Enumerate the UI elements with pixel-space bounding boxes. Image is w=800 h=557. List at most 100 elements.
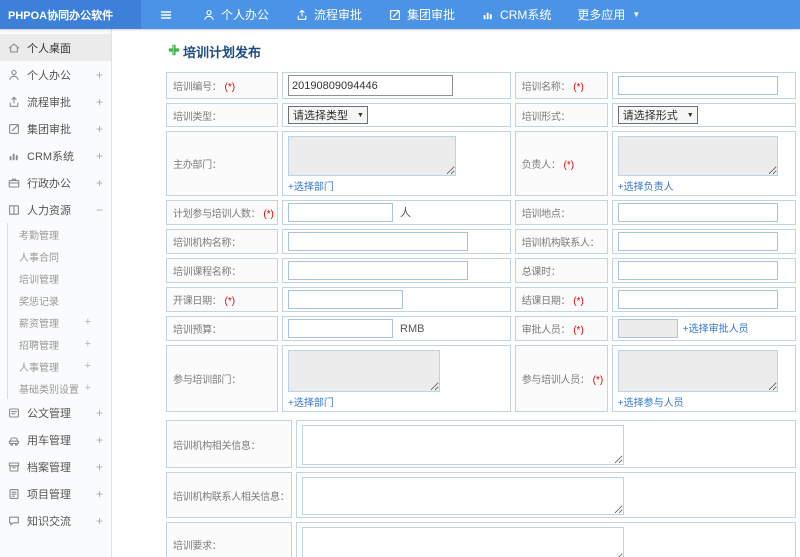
nav-item-group-approval[interactable]: 集团审批 bbox=[388, 6, 455, 23]
sidebar-submenu: 考勤管理 人事合同培训管理奖惩记录 薪资管理 + 招聘管理 + 人事管理 + 基础类别设置 + bbox=[7, 223, 111, 399]
sidebar-subitem-label: 人事管理 bbox=[19, 362, 59, 374]
sidebar-item-vehicle-mgmt[interactable]: 用车管理 + bbox=[0, 426, 111, 453]
sidebar-item-knowledge[interactable]: 知识交流 + bbox=[0, 507, 111, 534]
person-in-charge-textarea[interactable] bbox=[617, 136, 778, 176]
chat-icon bbox=[7, 514, 21, 528]
form-label-cell: 培训课程名称： bbox=[166, 258, 279, 283]
sidebar-item-crm-system[interactable]: CRM系统 + bbox=[0, 142, 111, 169]
expand-plus-icon: + bbox=[95, 121, 103, 136]
planned-participants-input[interactable] bbox=[288, 203, 394, 222]
nav-item-more-apps[interactable]: 更多应用 ▼ bbox=[577, 6, 640, 23]
select-approver-link[interactable]: +选择审批人员 bbox=[683, 324, 749, 335]
required-mark: (*) bbox=[573, 82, 584, 93]
person-in-charge-link-row: +选择负责人 bbox=[618, 178, 792, 193]
total-class-hours-input[interactable] bbox=[617, 261, 778, 280]
field-label: 结课日期： bbox=[521, 296, 571, 307]
sidebar-item-personal-desktop[interactable]: 个人桌面 bbox=[0, 34, 111, 61]
sidebar-subitem-label: 基础类别设置 bbox=[19, 384, 79, 396]
training-form-select-value: 请选择形式 bbox=[622, 110, 678, 122]
chart-icon bbox=[481, 8, 495, 22]
sidebar-item-archive-mgmt[interactable]: 档案管理 + bbox=[0, 453, 111, 480]
sidebar-subitem-salary-mgmt[interactable]: 薪资管理 + bbox=[8, 311, 111, 333]
participating-departments-textarea[interactable] bbox=[288, 350, 441, 392]
field-label: 主办部门： bbox=[173, 160, 222, 171]
field-label: 负责人： bbox=[521, 160, 561, 171]
sidebar-item-personal-office[interactable]: 个人办公 + bbox=[0, 61, 111, 88]
form-label-cell: 培训地点： bbox=[514, 200, 608, 225]
select-participants-link[interactable]: +选择参与人员 bbox=[618, 398, 684, 409]
menu-icon[interactable] bbox=[159, 8, 173, 22]
sidebar-subitem-reward-punish[interactable]: 奖惩记录 bbox=[8, 289, 111, 311]
training-org-info-textarea[interactable] bbox=[302, 425, 625, 465]
top-nav: 个人办公 流程审批 集团审批 CRM系统 更多应用 ▼ bbox=[141, 0, 653, 29]
training-requirements-textarea[interactable] bbox=[302, 527, 625, 557]
page-title: 培训计划发布 bbox=[168, 42, 800, 61]
main-content: 培训计划发布 培训编号：(*)培训名称：(*)培训类型：请选择类型▼培训形式：请… bbox=[113, 29, 800, 557]
select-person-in-charge-link[interactable]: +选择负责人 bbox=[618, 182, 674, 193]
sidebar-subitem-training-mgmt[interactable]: 培训管理 bbox=[8, 267, 111, 289]
participating-personnel-textarea[interactable] bbox=[617, 350, 778, 392]
expand-plus-icon: + bbox=[95, 67, 103, 82]
form-value-cell: 请选择类型 ▼ bbox=[282, 103, 511, 127]
expand-plus-icon: + bbox=[95, 175, 103, 190]
training-number-input[interactable] bbox=[288, 75, 454, 96]
training-course-name-input[interactable] bbox=[288, 261, 469, 280]
form-value-cell: +选择负责人 bbox=[611, 131, 796, 196]
select-department-link[interactable]: +选择部门 bbox=[288, 182, 334, 193]
expand-plus-icon: + bbox=[95, 432, 103, 447]
sidebar: 个人桌面 个人办公 + 流程审批 + 集团审批 + CRM系统 + 行政办公 + 人力资源 − 考勤管理人… bbox=[0, 29, 112, 557]
sidebar-item-group-approval[interactable]: 集团审批 + bbox=[0, 115, 111, 142]
sidebar-subitem-personnel-mgmt[interactable]: 人事管理 + bbox=[8, 355, 111, 377]
sidebar-item-label: 项目管理 bbox=[27, 488, 71, 501]
required-mark: (*) bbox=[592, 375, 604, 386]
training-form-select[interactable]: 请选择形式 ▼ bbox=[617, 106, 698, 124]
form-label-cell: 培训机构相关信息： bbox=[166, 420, 293, 468]
sidebar-item-admin-office[interactable]: 行政办公 + bbox=[0, 169, 111, 196]
field-label: 开课日期： bbox=[173, 296, 222, 307]
sidebar-item-project-mgmt[interactable]: 项目管理 + bbox=[0, 480, 111, 507]
sidebar-subitem-label: 培训管理 bbox=[19, 274, 59, 286]
end-date-input[interactable] bbox=[617, 290, 778, 309]
form-label-cell: 培训类型： bbox=[166, 103, 279, 127]
sidebar-subitem-base-categories[interactable]: 基础类别设置 + bbox=[8, 377, 111, 399]
training-org-name-input[interactable] bbox=[288, 232, 469, 251]
nav-item-flow-approval[interactable]: 流程审批 bbox=[295, 6, 362, 23]
sidebar-subitem-hr-contract[interactable]: 人事合同 bbox=[8, 245, 111, 267]
select-department-link[interactable]: +选择部门 bbox=[288, 398, 334, 409]
sidebar-item-document-mgmt[interactable]: 公文管理 + bbox=[0, 399, 111, 426]
training-name-input[interactable] bbox=[617, 76, 778, 95]
training-budget-input[interactable] bbox=[288, 319, 394, 338]
training-location-input[interactable] bbox=[617, 203, 778, 222]
document-icon bbox=[7, 406, 21, 420]
host-department-textarea[interactable] bbox=[288, 136, 457, 176]
form-label-cell: 开课日期： (*) bbox=[166, 287, 279, 312]
sidebar-item-label: CRM系统 bbox=[27, 150, 75, 163]
sidebar-item-label: 流程审批 bbox=[27, 96, 71, 109]
nav-label: CRM系统 bbox=[500, 8, 552, 22]
training-org-contact-info-textarea[interactable] bbox=[302, 477, 625, 515]
caret-down-icon: ▼ bbox=[686, 111, 694, 119]
sidebar-subitem-recruit-mgmt[interactable]: 招聘管理 + bbox=[8, 333, 111, 355]
required-mark: (*) bbox=[263, 209, 274, 220]
field-label: 培训机构联系人相关信息： bbox=[173, 491, 290, 503]
planned-participants-unit-label: 人 bbox=[400, 206, 412, 219]
training-org-contact-input[interactable] bbox=[617, 232, 778, 251]
training-form-table: 培训编号：(*)培训名称：(*)培训类型：请选择类型▼培训形式：请选择形式▼主办… bbox=[162, 68, 800, 416]
sidebar-subitem-attendance-mgmt[interactable]: 考勤管理 bbox=[8, 223, 111, 245]
expand-plus-icon: + bbox=[95, 459, 103, 474]
form-value-cell: RMB bbox=[282, 316, 511, 341]
sidebar-item-flow-approval[interactable]: 流程审批 + bbox=[0, 88, 111, 115]
sidebar-item-human-resources[interactable]: 人力资源 − bbox=[0, 196, 111, 223]
start-date-input[interactable] bbox=[288, 290, 404, 309]
training-type-select[interactable]: 请选择类型 ▼ bbox=[288, 106, 368, 124]
nav-item-crm-system[interactable]: CRM系统 bbox=[481, 6, 551, 23]
sidebar-item-label: 个人桌面 bbox=[27, 42, 71, 55]
car-icon bbox=[7, 433, 21, 447]
training-budget-unit-label: RMB bbox=[400, 322, 425, 335]
edit-icon bbox=[7, 122, 21, 136]
nav-item-personal-office[interactable]: 个人办公 bbox=[202, 6, 269, 23]
sidebar-item-label: 个人办公 bbox=[27, 69, 71, 82]
flow-icon bbox=[7, 95, 21, 109]
approver-input[interactable] bbox=[617, 319, 678, 338]
form-value-cell: +选择部门 bbox=[282, 131, 511, 196]
